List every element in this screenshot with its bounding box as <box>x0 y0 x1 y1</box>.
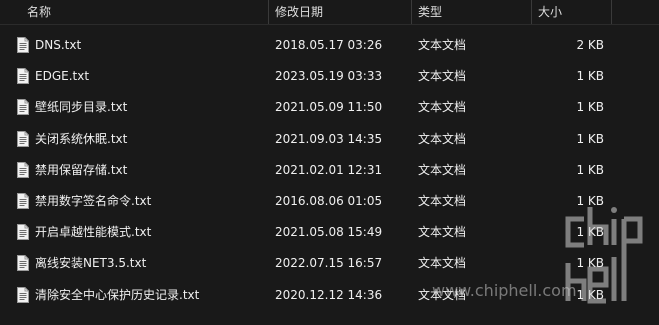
text-document-icon <box>17 130 29 147</box>
text-document-icon <box>17 192 29 209</box>
file-type: 文本文档 <box>418 131 467 146</box>
file-name: 离线安装NET3.5.txt <box>35 256 147 271</box>
text-document-icon <box>17 255 29 272</box>
file-size: 1 KB <box>576 100 604 115</box>
file-size: 1 KB <box>576 131 604 146</box>
file-type: 文本文档 <box>418 225 467 240</box>
text-document-icon <box>17 161 29 178</box>
file-type: 文本文档 <box>418 256 467 271</box>
file-row[interactable]: 离线安装NET3.5.txt 2022.07.15 16:57 文本文档 1 K… <box>0 248 659 279</box>
file-name: 清除安全中心保护历史记录.txt <box>35 287 200 302</box>
file-list: DNS.txt 2018.05.17 03:26 文本文档 2 KB EDGE.… <box>0 30 659 311</box>
file-size: 1 KB <box>576 69 604 84</box>
file-date-modified: 2016.08.06 01:05 <box>275 193 383 208</box>
text-document-icon <box>17 99 29 116</box>
file-row[interactable]: 壁纸同步目录.txt 2021.05.09 11:50 文本文档 1 KB <box>0 92 659 123</box>
file-date-modified: 2022.07.15 16:57 <box>275 256 383 271</box>
file-name: 关闭系统休眠.txt <box>35 131 128 146</box>
column-divider[interactable] <box>611 0 612 24</box>
file-name: 禁用数字签名命令.txt <box>35 193 152 208</box>
file-type: 文本文档 <box>418 100 467 115</box>
column-header-size[interactable]: 大小 <box>531 0 611 24</box>
file-type: 文本文档 <box>418 38 467 52</box>
file-row[interactable]: EDGE.txt 2023.05.19 03:33 文本文档 1 KB <box>0 61 659 92</box>
file-size: 1 KB <box>576 162 604 177</box>
text-document-icon <box>17 37 29 53</box>
file-date-modified: 2021.02.01 12:31 <box>275 162 383 177</box>
file-date-modified: 2020.12.12 14:36 <box>275 287 383 302</box>
column-header-type[interactable]: 类型 <box>411 0 531 24</box>
file-row[interactable]: 关闭系统休眠.txt 2021.09.03 14:35 文本文档 1 KB <box>0 124 659 155</box>
text-document-icon <box>17 68 29 85</box>
column-header-date-modified[interactable]: 修改日期 <box>268 0 411 24</box>
text-document-icon <box>17 286 29 303</box>
file-name: 开启卓越性能模式.txt <box>35 225 152 240</box>
file-type: 文本文档 <box>418 69 467 84</box>
file-date-modified: 2023.05.19 03:33 <box>275 69 383 84</box>
file-row[interactable]: 禁用保留存储.txt 2021.02.01 12:31 文本文档 1 KB <box>0 155 659 186</box>
file-row[interactable]: 禁用数字签名命令.txt 2016.08.06 01:05 文本文档 1 KB <box>0 186 659 217</box>
file-row[interactable]: 开启卓越性能模式.txt 2021.05.08 15:49 文本文档 1 KB <box>0 217 659 248</box>
text-document-icon <box>17 224 29 241</box>
file-date-modified: 2018.05.17 03:26 <box>275 38 383 52</box>
file-size: 2 KB <box>576 38 604 52</box>
file-date-modified: 2021.05.08 15:49 <box>275 225 383 240</box>
file-name: 壁纸同步目录.txt <box>35 100 128 115</box>
file-name: 禁用保留存储.txt <box>35 162 128 177</box>
file-row[interactable]: DNS.txt 2018.05.17 03:26 文本文档 2 KB <box>0 30 659 61</box>
file-name: EDGE.txt <box>35 69 90 84</box>
file-date-modified: 2021.05.09 11:50 <box>275 100 383 115</box>
sort-ascending-icon: ^ <box>140 0 148 5</box>
watermark-text: www.chiphell.com <box>432 281 577 300</box>
file-date-modified: 2021.09.03 14:35 <box>275 131 383 146</box>
column-header-bar: 名称 ^ 修改日期 类型 大小 <box>0 0 659 25</box>
file-type: 文本文档 <box>418 162 467 177</box>
file-type: 文本文档 <box>418 193 467 208</box>
file-name: DNS.txt <box>35 38 82 52</box>
